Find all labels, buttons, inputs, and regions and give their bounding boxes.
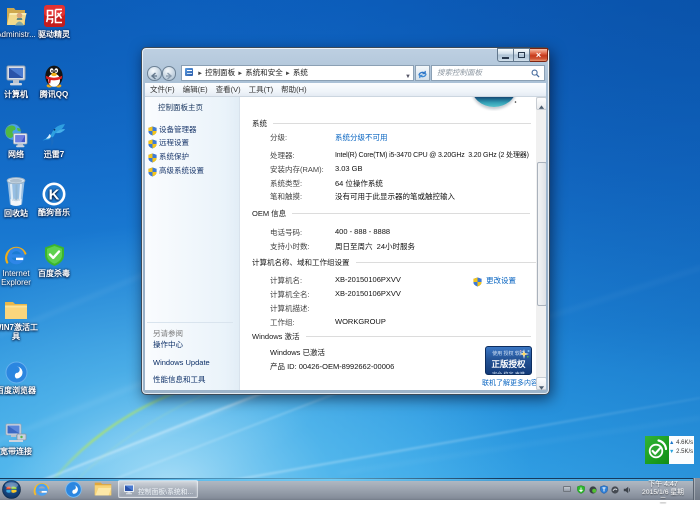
svg-text:K: K — [49, 187, 60, 204]
